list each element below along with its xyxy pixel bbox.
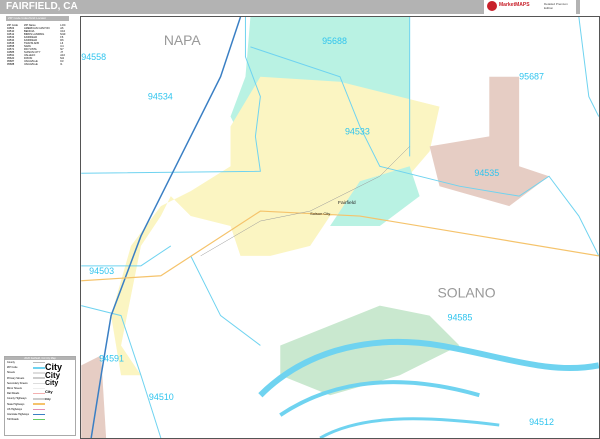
- zip-index-table: ZIP Code ZIP Name LOC 94503 AMERICAN CANYON…: [6, 24, 69, 66]
- zip-label-94558: 94558: [81, 52, 106, 62]
- legend-city-symbol: City: [45, 370, 61, 380]
- logo: MarketMAPS Detailed Premium Edition: [484, 0, 576, 14]
- zip-label-95687: 95687: [519, 72, 544, 82]
- zip-label-94534: 94534: [148, 92, 173, 102]
- zip-label-94535: 94535: [474, 168, 499, 178]
- zip-index-row: 95688 VACAVILLE I1: [7, 63, 63, 66]
- legend-item: Toll Roads: [5, 417, 75, 422]
- zip-index: ZIP Code Index/Grid Locator ZIP Code ZIP …: [6, 16, 69, 66]
- zip-label-95688: 95688: [322, 36, 347, 46]
- zip-label-94512: 94512: [529, 417, 554, 427]
- zip-label-94510: 94510: [149, 392, 174, 402]
- zip-index-title: ZIP Code Index/Grid Locator: [6, 16, 69, 21]
- city-label-suisun: Suisun City: [310, 211, 330, 216]
- map-canvas[interactable]: 95688 94558 94534 95687 94533 94535 94503 945…: [80, 16, 600, 439]
- map-title: FAIRFIELD, CA: [6, 1, 78, 12]
- map-legend: 2020 Fairfield, CA City Map County ZIP Co…: [4, 356, 76, 436]
- zip-label-94503: 94503: [89, 266, 114, 276]
- county-label-solano: SOLANO: [438, 285, 496, 301]
- county-label-napa: NAPA: [164, 32, 202, 48]
- legend-city-symbol: City: [45, 379, 59, 387]
- zip-label-94591: 94591: [99, 353, 124, 363]
- legend-city-symbol: City: [45, 388, 53, 394]
- city-label-fairfield: Fairfield: [338, 200, 356, 206]
- zip-label-94585: 94585: [447, 313, 472, 323]
- legend-city-symbol: City: [45, 397, 51, 401]
- zip-label-94533: 94533: [345, 126, 370, 136]
